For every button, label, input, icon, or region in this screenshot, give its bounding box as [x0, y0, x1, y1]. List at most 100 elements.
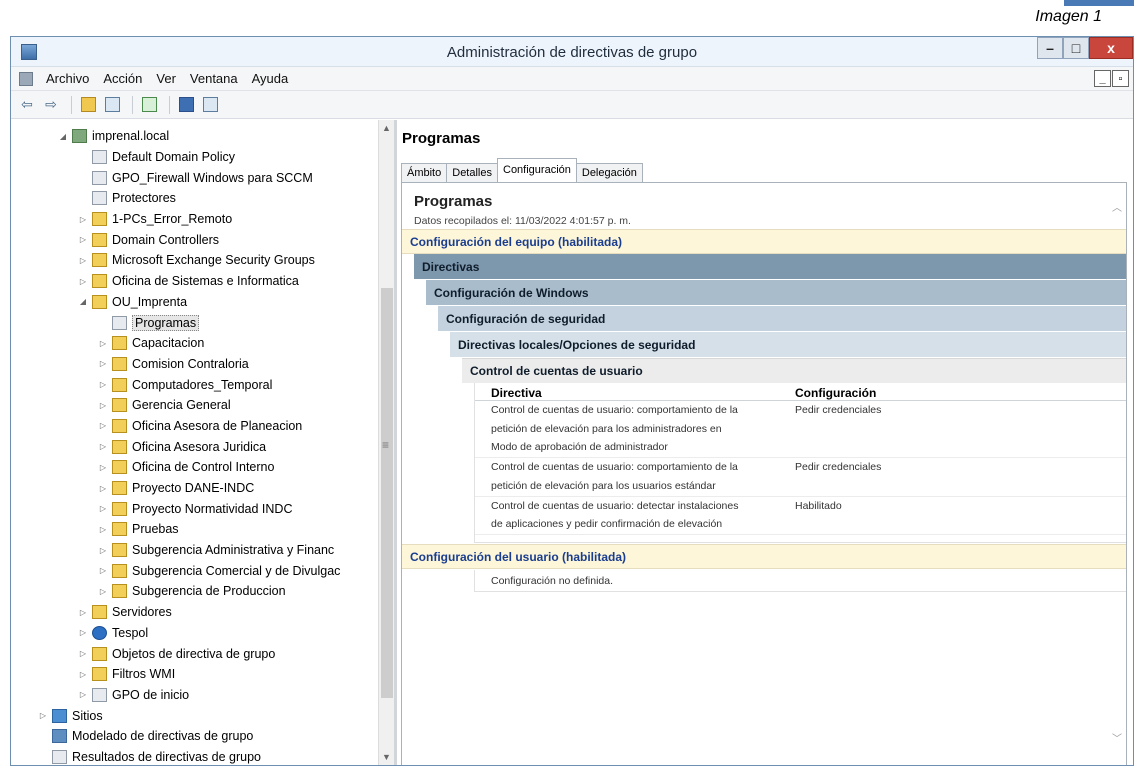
- menu-ayuda[interactable]: Ayuda: [245, 71, 296, 86]
- tree-item[interactable]: Protectores: [11, 188, 378, 209]
- tree-item-label: Programas: [132, 314, 200, 331]
- forward-arrow-icon[interactable]: ⇨: [41, 95, 61, 115]
- scroll-up-icon[interactable]: ▲: [379, 120, 394, 136]
- collapsed-arrow-icon[interactable]: ▷: [97, 463, 109, 472]
- collapsed-arrow-icon[interactable]: ▷: [97, 442, 109, 451]
- collapsed-arrow-icon[interactable]: ▷: [97, 359, 109, 368]
- collapsed-arrow-icon[interactable]: ▷: [97, 401, 109, 410]
- computer-config-header[interactable]: Configuración del equipo (habilitada): [402, 229, 1126, 254]
- help-icon[interactable]: [176, 95, 196, 115]
- tree-item[interactable]: ▷ Servidores: [11, 602, 378, 623]
- tree-item[interactable]: ▷ Oficina de Sistemas e Informatica: [11, 271, 378, 292]
- collapsed-arrow-icon[interactable]: ▷: [97, 380, 109, 389]
- collapsed-arrow-icon[interactable]: ▷: [97, 484, 109, 493]
- menu-archivo[interactable]: Archivo: [39, 71, 96, 86]
- user-config-header[interactable]: Configuración del usuario (habilitada): [402, 544, 1126, 569]
- tree-item[interactable]: ▷ 1-PCs_Error_Remoto: [11, 209, 378, 230]
- maximize-button[interactable]: □: [1063, 37, 1089, 59]
- collapsed-arrow-icon[interactable]: ▷: [77, 215, 89, 224]
- report-scrollbar[interactable]: ︿ ﹀: [1106, 183, 1126, 765]
- corner-accent: [1064, 0, 1134, 6]
- collapsed-arrow-icon[interactable]: ▷: [77, 608, 89, 617]
- tree-item[interactable]: ▷ Filtros WMI: [11, 664, 378, 685]
- tree-scrollbar[interactable]: ▲ ≡ ▼: [378, 120, 394, 765]
- section-directivas[interactable]: Directivas: [414, 254, 1126, 279]
- collapsed-arrow-icon[interactable]: ▷: [77, 690, 89, 699]
- expanded-arrow-icon[interactable]: ◢: [57, 132, 69, 141]
- collapsed-arrow-icon[interactable]: ▷: [97, 566, 109, 575]
- collapsed-arrow-icon[interactable]: ▷: [37, 711, 49, 720]
- collapsed-arrow-icon[interactable]: ▷: [77, 235, 89, 244]
- menu-ver[interactable]: Ver: [149, 71, 183, 86]
- collapsed-arrow-icon[interactable]: ▷: [97, 525, 109, 534]
- tree-item-label: Sitios: [72, 708, 103, 723]
- section-security-settings[interactable]: Configuración de seguridad: [438, 306, 1126, 331]
- tree-item[interactable]: ▷ Proyecto Normatividad INDC: [11, 498, 378, 519]
- menu-ventana[interactable]: Ventana: [183, 71, 245, 86]
- tree-item[interactable]: ▷ Subgerencia de Produccion: [11, 581, 378, 602]
- tree-item[interactable]: ▷ Sitios: [11, 705, 378, 726]
- tree-item[interactable]: ▷ Oficina de Control Interno: [11, 457, 378, 478]
- collapsed-arrow-icon[interactable]: ▷: [97, 546, 109, 555]
- tree-item[interactable]: Default Domain Policy: [11, 147, 378, 168]
- collapsed-arrow-icon[interactable]: ▷: [97, 504, 109, 513]
- menu-accion[interactable]: Acción: [96, 71, 149, 86]
- tab-delegacion[interactable]: Delegación: [575, 163, 643, 182]
- section-local-policies[interactable]: Directivas locales/Opciones de seguridad: [450, 332, 1126, 357]
- section-uac[interactable]: Control de cuentas de usuario: [462, 358, 1126, 383]
- folder-icon: [92, 294, 107, 309]
- collapsed-arrow-icon[interactable]: ▷: [77, 256, 89, 265]
- minimize-button[interactable]: –: [1037, 37, 1063, 59]
- tree-item[interactable]: ◢ OU_Imprenta: [11, 292, 378, 313]
- tree-item[interactable]: ▷ Subgerencia Administrativa y Financ: [11, 540, 378, 561]
- tree-item[interactable]: Programas: [11, 312, 378, 333]
- collapsed-arrow-icon[interactable]: ▷: [77, 628, 89, 637]
- collapsed-arrow-icon[interactable]: ▷: [77, 649, 89, 658]
- close-button[interactable]: x: [1089, 37, 1133, 59]
- collapsed-arrow-icon[interactable]: ▷: [97, 339, 109, 348]
- properties-icon[interactable]: [200, 95, 220, 115]
- tree-item[interactable]: ▷ Domain Controllers: [11, 229, 378, 250]
- tree-item[interactable]: ▷ Oficina Asesora Juridica: [11, 436, 378, 457]
- tree-item[interactable]: ▷ Subgerencia Comercial y de Divulgac: [11, 560, 378, 581]
- chevron-down-icon[interactable]: ﹀: [1112, 730, 1122, 745]
- tree-item[interactable]: ▷ GPO de inicio: [11, 685, 378, 706]
- chevron-up-icon[interactable]: ︿: [1112, 199, 1122, 214]
- tab-configuracion[interactable]: Configuración: [497, 158, 577, 182]
- tree-item[interactable]: ▷ Capacitacion: [11, 333, 378, 354]
- section-windows-settings[interactable]: Configuración de Windows: [426, 280, 1126, 305]
- collapsed-arrow-icon[interactable]: ▷: [97, 587, 109, 596]
- tree-item[interactable]: ▷ Computadores_Temporal: [11, 374, 378, 395]
- tree-item[interactable]: ◢ imprenal.local: [11, 126, 378, 147]
- tree-item[interactable]: GPO_Firewall Windows para SCCM: [11, 167, 378, 188]
- child-minimize-button[interactable]: _: [1094, 70, 1111, 87]
- tree-item[interactable]: ▷ Tespol: [11, 623, 378, 644]
- show-hide-tree-icon[interactable]: [102, 95, 122, 115]
- policy-table-header: Directiva Configuración: [475, 383, 1126, 401]
- tree-item[interactable]: ▷ Oficina Asesora de Planeacion: [11, 416, 378, 437]
- tab-detalles[interactable]: Detalles: [446, 163, 498, 182]
- scroll-down-icon[interactable]: ▼: [379, 749, 394, 765]
- child-restore-button[interactable]: ▫: [1112, 70, 1129, 87]
- up-folder-icon[interactable]: [78, 95, 98, 115]
- tree-item[interactable]: Modelado de directivas de grupo: [11, 726, 378, 747]
- tree-item[interactable]: Resultados de directivas de grupo: [11, 747, 378, 765]
- refresh-icon[interactable]: [139, 95, 159, 115]
- modeling-icon: [52, 729, 67, 744]
- back-arrow-icon[interactable]: ⇦: [17, 95, 37, 115]
- gpo-icon: [92, 170, 107, 185]
- tree-item[interactable]: ▷ Gerencia General: [11, 395, 378, 416]
- user-config-note: Configuración no definida.: [474, 570, 1126, 592]
- tree-item[interactable]: ▷ Pruebas: [11, 519, 378, 540]
- scroll-thumb[interactable]: [381, 288, 393, 698]
- collapsed-arrow-icon[interactable]: ▷: [77, 670, 89, 679]
- tab-ambito[interactable]: Ámbito: [401, 163, 448, 182]
- tree-item[interactable]: ▷ Proyecto DANE-INDC: [11, 478, 378, 499]
- tree-item[interactable]: ▷ Microsoft Exchange Security Groups: [11, 250, 378, 271]
- expanded-arrow-icon[interactable]: ◢: [77, 297, 89, 306]
- tree-item[interactable]: ▷ Objetos de directiva de grupo: [11, 643, 378, 664]
- collapsed-arrow-icon[interactable]: ▷: [77, 277, 89, 286]
- report-collected-date: Datos recopilados el: 11/03/2022 4:01:57…: [414, 215, 631, 227]
- collapsed-arrow-icon[interactable]: ▷: [97, 421, 109, 430]
- tree-item[interactable]: ▷ Comision Contraloria: [11, 354, 378, 375]
